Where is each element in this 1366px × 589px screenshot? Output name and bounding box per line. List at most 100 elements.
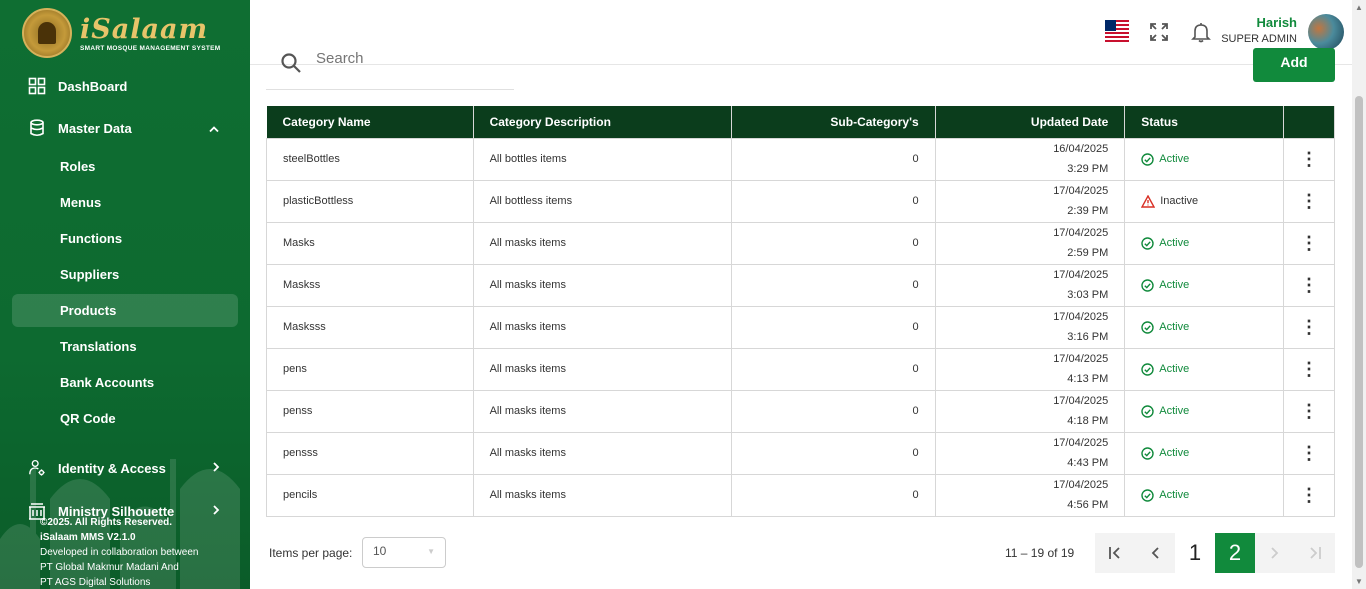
table-header-row: Category Name Category Description Sub-C… <box>266 106 1336 138</box>
updated-date-cell: 16/04/2025 3:29 PM <box>934 137 1126 181</box>
table-row[interactable]: Masks All masks items 0 17/04/2025 2:59 PM Ac… <box>266 221 1336 265</box>
row-actions-button[interactable]: ⋮ <box>1282 473 1336 517</box>
sidebar-item-products[interactable]: Products <box>12 294 238 327</box>
table-row[interactable]: pencils All masks items 0 17/04/2025 4:56 PM… <box>266 473 1336 517</box>
updated-time: 4:43 PM <box>1067 457 1109 469</box>
more-vertical-icon: ⋮ <box>1299 442 1318 463</box>
next-page-button[interactable] <box>1255 533 1295 573</box>
row-actions-button[interactable]: ⋮ <box>1282 137 1336 181</box>
brand-logo[interactable]: iSalaam SMART MOSQUE MANAGEMENT SYSTEM <box>22 8 232 58</box>
version-text: iSalaam MMS V2.1.0 <box>40 532 136 543</box>
scrollbar-thumb[interactable] <box>1355 96 1363 568</box>
row-actions-button[interactable]: ⋮ <box>1282 305 1336 349</box>
add-button[interactable]: Add <box>1253 48 1335 82</box>
sidebar-item-bank-accounts[interactable]: Bank Accounts <box>12 366 238 399</box>
chevron-left-icon <box>1151 547 1159 559</box>
row-actions-button[interactable]: ⋮ <box>1282 347 1336 391</box>
column-header-category-description[interactable]: Category Description <box>473 106 733 138</box>
sidebar-item-master-data[interactable]: Master Data <box>12 111 238 145</box>
column-header-status[interactable]: Status <box>1124 106 1284 138</box>
status-badge: Active <box>1159 237 1190 249</box>
us-flag-icon[interactable] <box>1105 20 1129 42</box>
category-name-cell[interactable]: Masksss <box>266 305 474 349</box>
sidebar-item-roles[interactable]: Roles <box>12 150 238 183</box>
category-name-cell[interactable]: pens <box>266 347 474 391</box>
fullscreen-icon[interactable] <box>1147 20 1171 44</box>
updated-date: 17/04/2025 <box>1053 395 1109 407</box>
page-scrollbar[interactable]: ▲ ▼ <box>1352 0 1366 589</box>
sidebar-item-translations[interactable]: Translations <box>12 330 238 363</box>
search-input[interactable] <box>316 50 496 67</box>
updated-date-cell: 17/04/2025 4:43 PM <box>934 431 1126 475</box>
table-row[interactable]: steelBottles All bottles items 0 16/04/2025… <box>266 137 1336 181</box>
table-row[interactable]: Maskss All masks items 0 17/04/2025 3:03 PM A… <box>266 263 1336 307</box>
sidebar-item-functions[interactable]: Functions <box>12 222 238 255</box>
page-size-select[interactable]: 10 ▼ <box>362 537 446 568</box>
row-actions-button[interactable]: ⋮ <box>1282 221 1336 265</box>
category-name-cell[interactable]: plasticBottless <box>266 179 474 223</box>
category-description-cell: All masks items <box>472 221 733 265</box>
table-row[interactable]: Masksss All masks items 0 17/04/2025 3:16 PM… <box>266 305 1336 349</box>
scroll-down-icon[interactable]: ▼ <box>1355 577 1363 586</box>
table-row[interactable]: penss All masks items 0 17/04/2025 4:18 PM Ac… <box>266 389 1336 433</box>
updated-date: 17/04/2025 <box>1053 437 1109 449</box>
category-name-cell[interactable]: pensss <box>266 431 474 475</box>
sidebar-item-menus[interactable]: Menus <box>12 186 238 219</box>
category-description-cell: All bottles items <box>472 137 733 181</box>
sidebar-item-qr-code[interactable]: QR Code <box>12 402 238 435</box>
status-badge: Inactive <box>1160 195 1199 207</box>
user-name[interactable]: Harish <box>1257 15 1297 30</box>
first-page-icon <box>1109 547 1120 559</box>
row-actions-button[interactable]: ⋮ <box>1282 263 1336 307</box>
column-header-updated-date[interactable]: Updated Date <box>935 106 1126 138</box>
page-2-button[interactable]: 2 <box>1215 533 1255 573</box>
updated-time: 4:18 PM <box>1067 415 1109 427</box>
category-name-cell[interactable]: Maskss <box>266 263 474 307</box>
bell-icon[interactable] <box>1189 20 1213 44</box>
sidebar-item-suppliers[interactable]: Suppliers <box>12 258 238 291</box>
avatar[interactable] <box>1308 14 1344 50</box>
row-actions-button[interactable]: ⋮ <box>1282 389 1336 433</box>
first-page-button[interactable] <box>1095 533 1135 573</box>
table-row[interactable]: pensss All masks items 0 17/04/2025 4:43 PM A… <box>266 431 1336 475</box>
category-name-cell[interactable]: pencils <box>266 473 474 517</box>
updated-time: 3:03 PM <box>1067 289 1109 301</box>
row-actions-button[interactable]: ⋮ <box>1282 431 1336 475</box>
page-1-button[interactable]: 1 <box>1175 533 1215 573</box>
last-page-icon <box>1310 547 1321 559</box>
row-actions-button[interactable]: ⋮ <box>1282 179 1336 223</box>
more-vertical-icon: ⋮ <box>1299 484 1318 505</box>
copyright-text: ©2025. All Rights Reserved. <box>40 517 173 528</box>
page-size-value: 10 <box>373 544 387 558</box>
more-vertical-icon: ⋮ <box>1299 148 1318 169</box>
sub-category-count-cell: 0 <box>731 473 936 517</box>
more-vertical-icon: ⋮ <box>1299 316 1318 337</box>
column-header-category-name[interactable]: Category Name <box>266 106 474 138</box>
status-cell: Active <box>1124 473 1284 517</box>
category-name-cell[interactable]: penss <box>266 389 474 433</box>
search-box[interactable] <box>266 48 514 90</box>
category-name-cell[interactable]: steelBottles <box>266 137 474 181</box>
column-header-sub-categories[interactable]: Sub-Category's <box>731 106 936 138</box>
status-badge: Active <box>1159 279 1190 291</box>
status-badge: Active <box>1159 405 1190 417</box>
status-badge: Active <box>1159 489 1190 501</box>
prev-page-button[interactable] <box>1135 533 1175 573</box>
warning-triangle-icon <box>1141 194 1156 208</box>
updated-date-cell: 17/04/2025 3:03 PM <box>934 263 1126 307</box>
category-description-cell: All masks items <box>472 389 733 433</box>
category-name-cell[interactable]: Masks <box>266 221 474 265</box>
last-page-button[interactable] <box>1295 533 1335 573</box>
table-row[interactable]: pens All masks items 0 17/04/2025 4:13 PM Act… <box>266 347 1336 391</box>
status-cell: Active <box>1124 221 1284 265</box>
items-per-page-label: Items per page: <box>269 546 353 560</box>
check-circle-icon <box>1141 236 1154 250</box>
status-badge: Active <box>1159 321 1190 333</box>
scroll-up-icon[interactable]: ▲ <box>1355 3 1363 12</box>
updated-date-cell: 17/04/2025 4:18 PM <box>934 389 1126 433</box>
category-description-cell: All masks items <box>472 263 733 307</box>
sidebar-item-dashboard[interactable]: DashBoard <box>12 69 238 103</box>
sidebar-item-identity-access[interactable]: Identity & Access <box>12 451 238 485</box>
table-row[interactable]: plasticBottless All bottless items 0 17/04/… <box>266 179 1336 223</box>
updated-time: 4:56 PM <box>1067 499 1109 511</box>
